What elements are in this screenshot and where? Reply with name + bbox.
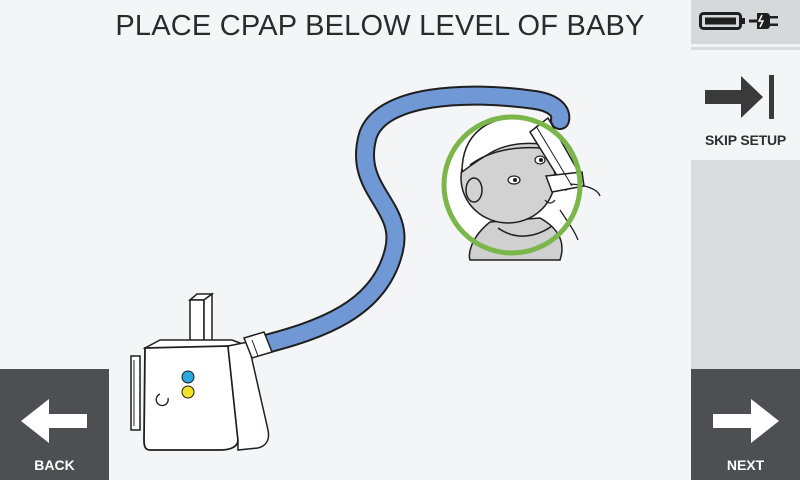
skip-setup-button[interactable]: SKIP SETUP: [691, 50, 800, 160]
status-bar: [691, 0, 800, 47]
skip-setup-label: SKIP SETUP: [705, 132, 786, 148]
battery-full-icon: [699, 12, 745, 30]
next-button[interactable]: NEXT: [691, 369, 800, 480]
skip-to-end-icon: [705, 75, 774, 119]
baby-illustration: [441, 114, 601, 261]
next-label: NEXT: [726, 457, 765, 473]
back-button[interactable]: BACK: [0, 369, 109, 480]
setup-screen: PLACE CPAP BELOW LEVEL OF BABY SKIP SETU…: [0, 0, 800, 480]
power-plug-icon: [749, 13, 778, 29]
cpap-device: [130, 292, 274, 451]
back-label: BACK: [34, 457, 75, 473]
arrow-left-icon: [21, 399, 87, 443]
arrow-right-icon: [713, 399, 779, 443]
